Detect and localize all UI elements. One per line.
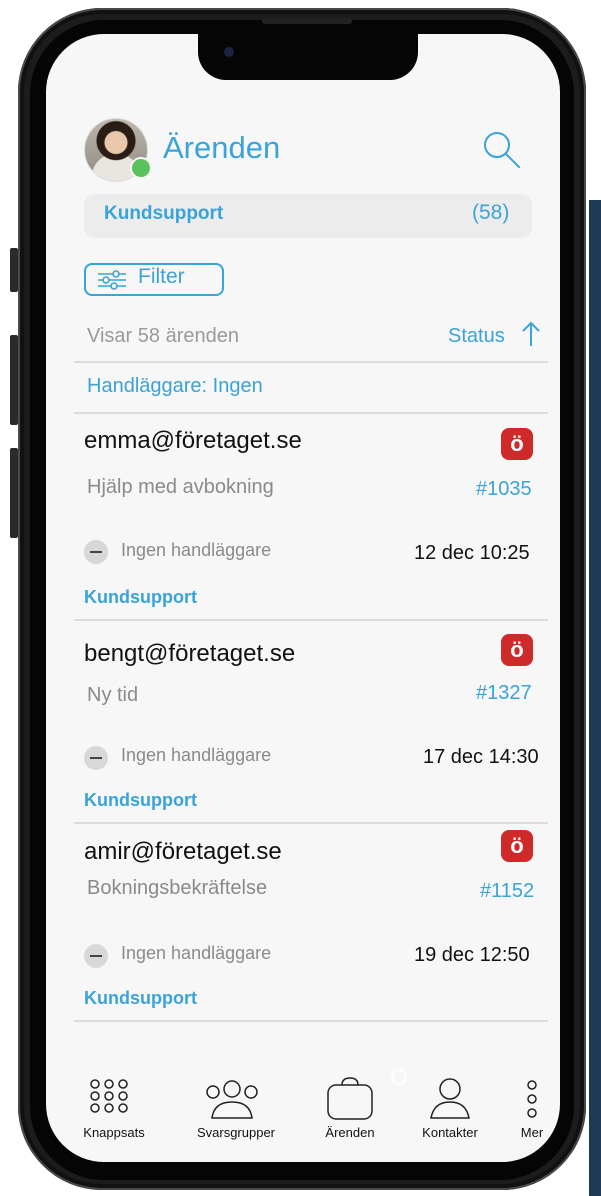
- sliders-icon: [98, 270, 126, 290]
- filter-label: Filter: [138, 265, 185, 288]
- volume-up-button: [10, 335, 18, 425]
- keypad-icon: [90, 1079, 128, 1113]
- briefcase-icon: [327, 1077, 373, 1120]
- minus-circle-icon: [84, 540, 108, 564]
- more-icon: [527, 1080, 537, 1118]
- divider: [74, 412, 548, 414]
- speaker-grille: [262, 18, 352, 24]
- background-edge: [589, 200, 601, 1196]
- ticket-handler: Ingen handläggare: [121, 540, 272, 560]
- tab-label: Knappsats: [83, 1125, 145, 1140]
- ticket-datetime: 19 dec 12:50: [414, 944, 530, 966]
- ticket-email: emma@företaget.se: [84, 427, 302, 454]
- brand-badge-icon: ö: [501, 428, 533, 460]
- minus-circle-icon: [84, 944, 108, 968]
- sort-status-button[interactable]: Status: [448, 325, 505, 348]
- ticket-datetime: 17 dec 14:30: [423, 746, 539, 768]
- tab-label: Svarsgrupper: [196, 1125, 276, 1140]
- ticket-number[interactable]: #1152: [480, 880, 534, 903]
- ticket-subject: Bokningsbekräftelse: [87, 877, 268, 899]
- tab-label: Mer: [520, 1125, 544, 1140]
- ticket-datetime: 12 dec 10:25: [414, 542, 530, 564]
- ticket-queue: Kundsupport: [84, 587, 197, 607]
- person-icon: [430, 1078, 470, 1119]
- volume-down-button: [10, 448, 18, 538]
- ticket-email: bengt@företaget.se: [84, 640, 296, 667]
- group-count: (58): [472, 201, 510, 224]
- tab-label: Ärenden: [325, 1125, 375, 1140]
- ticket-number[interactable]: #1327: [476, 682, 532, 705]
- search-icon[interactable]: [480, 128, 522, 170]
- ticket-handler: Ingen handläggare: [121, 745, 272, 765]
- brand-badge-icon: ö: [501, 634, 533, 666]
- ticket-number[interactable]: #1035: [476, 478, 532, 501]
- page-title: Ärenden: [163, 130, 281, 165]
- online-status-dot: [130, 157, 152, 179]
- ticket-handler: Ingen handläggare: [121, 943, 272, 963]
- silent-switch: [10, 248, 18, 292]
- result-count: Visar 58 ärenden: [87, 325, 239, 347]
- ticket-email: amir@företaget.se: [84, 838, 282, 865]
- handler-filter[interactable]: Handläggare: Ingen: [87, 375, 263, 398]
- divider: [74, 361, 548, 363]
- brand-badge-icon: ö: [501, 830, 533, 862]
- touch-indicator: [391, 1069, 407, 1085]
- groups-icon: [206, 1080, 258, 1119]
- ticket-queue: Kundsupport: [84, 790, 197, 810]
- group-name: Kundsupport: [104, 203, 224, 224]
- divider: [74, 822, 548, 824]
- ticket-subject: Ny tid: [87, 684, 139, 706]
- minus-circle-icon: [84, 746, 108, 770]
- arrow-up-icon[interactable]: [520, 320, 542, 348]
- divider: [74, 1020, 548, 1022]
- front-camera: [224, 47, 234, 57]
- ticket-subject: Hjälp med avbokning: [87, 476, 274, 498]
- ticket-queue: Kundsupport: [84, 988, 197, 1008]
- tab-label: Kontakter: [422, 1125, 478, 1140]
- divider: [74, 619, 548, 621]
